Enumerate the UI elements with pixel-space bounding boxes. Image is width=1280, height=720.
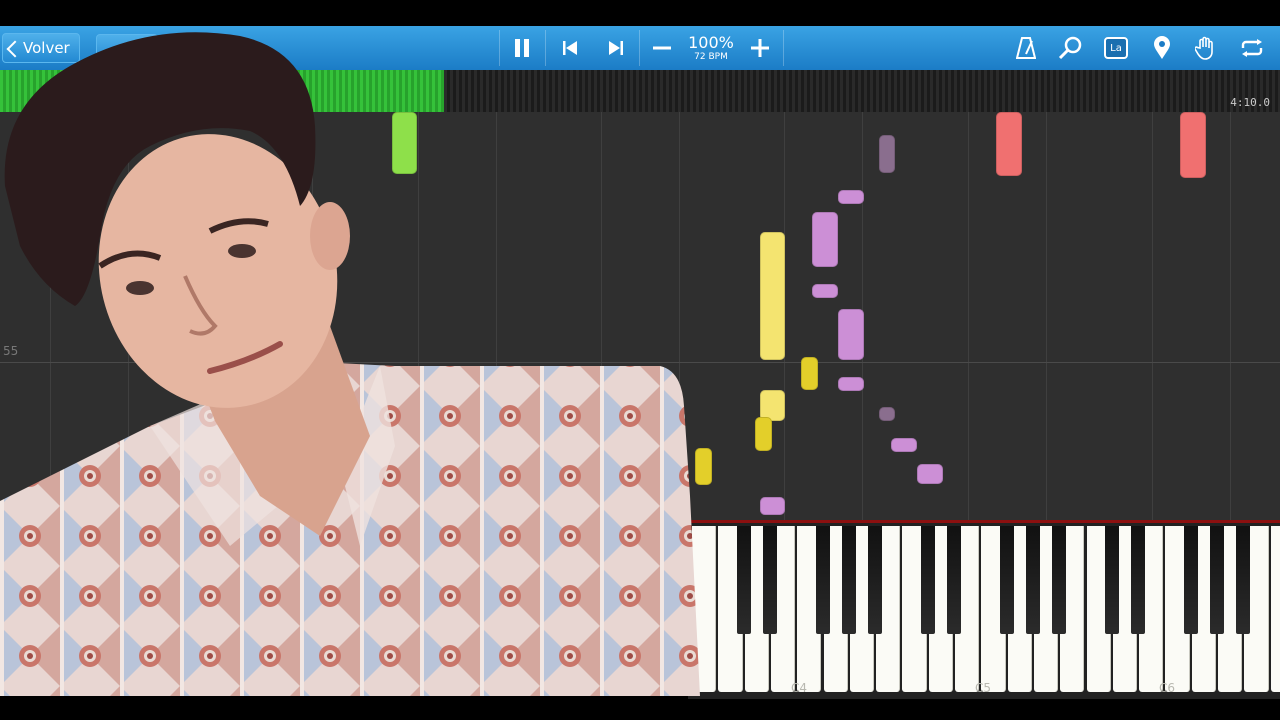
note-purple <box>838 377 864 391</box>
note-purple <box>917 464 943 484</box>
note-red <box>1180 112 1206 178</box>
note-purple <box>838 190 864 204</box>
key-label-c4: C4 <box>790 681 807 695</box>
note-purple <box>838 309 864 360</box>
white-key[interactable] <box>1270 526 1280 692</box>
loop-icon <box>1241 39 1263 57</box>
black-key[interactable] <box>762 526 777 634</box>
note-purple-dark <box>879 407 895 421</box>
key-label-icon: La <box>1104 37 1128 59</box>
black-key[interactable] <box>1236 526 1251 634</box>
black-key[interactable] <box>1131 526 1146 634</box>
note-purple <box>760 497 785 515</box>
note-purple <box>812 212 838 267</box>
black-key[interactable] <box>736 526 751 634</box>
note-purple <box>891 438 917 452</box>
piano-keyboard[interactable]: C4 C5 C6 <box>688 520 1280 699</box>
black-key[interactable] <box>1210 526 1224 634</box>
marker-button[interactable] <box>1142 26 1182 70</box>
toolbar-divider <box>783 30 784 66</box>
lane-line <box>1230 112 1231 520</box>
search-icon <box>1058 36 1082 60</box>
key-labels-button[interactable]: La <box>1096 26 1136 70</box>
plus-icon <box>751 39 769 57</box>
black-key[interactable] <box>1052 526 1067 634</box>
black-key[interactable] <box>920 526 935 634</box>
black-key[interactable] <box>1183 526 1198 634</box>
song-time: 4:10.0 <box>1230 96 1270 109</box>
black-key[interactable] <box>999 526 1014 634</box>
black-key[interactable] <box>815 526 830 634</box>
lane-line <box>1046 112 1047 520</box>
black-key[interactable] <box>868 526 883 634</box>
note-gold <box>801 357 818 390</box>
faster-button[interactable] <box>740 26 780 70</box>
synthesia-window: Volver 100% 72 BPM La 4:10.0 55 C4 C5 C6 <box>0 0 1280 720</box>
zoom-search-button[interactable] <box>1050 26 1090 70</box>
black-key[interactable] <box>841 526 856 634</box>
artist-photo <box>0 32 700 696</box>
black-key[interactable] <box>1104 526 1119 634</box>
note-gold <box>755 417 772 451</box>
hand-icon <box>1195 36 1213 60</box>
marker-icon <box>1154 36 1170 59</box>
loop-button[interactable] <box>1232 26 1272 70</box>
key-label-c6: C6 <box>1158 681 1175 695</box>
note-purple-dark <box>879 135 895 173</box>
lane-line <box>968 112 969 520</box>
note-purple <box>812 284 838 298</box>
metronome-button[interactable] <box>1006 26 1046 70</box>
lane-line <box>1152 112 1153 520</box>
key-label-text: La <box>1110 42 1122 54</box>
key-label-c5: C5 <box>974 681 991 695</box>
note-yellow <box>760 232 785 360</box>
note-red <box>996 112 1022 176</box>
black-key[interactable] <box>947 526 961 634</box>
metronome-icon <box>1016 37 1036 59</box>
hand-button[interactable] <box>1186 26 1226 70</box>
black-key[interactable] <box>1025 526 1040 634</box>
